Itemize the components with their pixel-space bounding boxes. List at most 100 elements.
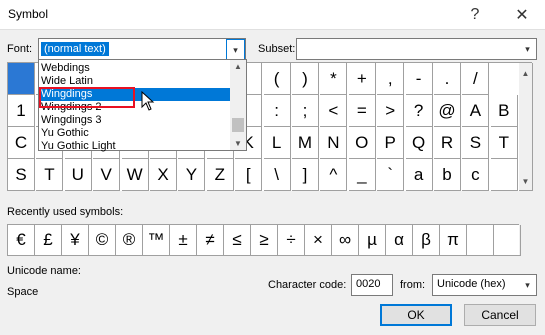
recent-symbol-cell[interactable] xyxy=(467,225,494,256)
symbol-cell[interactable]: C xyxy=(8,127,35,159)
recent-symbol-cell[interactable]: ® xyxy=(116,225,143,256)
symbol-cell[interactable]: b xyxy=(434,159,461,191)
ok-button[interactable]: OK xyxy=(380,304,452,326)
recent-symbol-cell[interactable]: ≥ xyxy=(251,225,278,256)
font-option[interactable]: Yu Gothic Light xyxy=(40,140,231,153)
recent-symbol-cell[interactable]: ± xyxy=(170,225,197,256)
recently-used-label: Recently used symbols: xyxy=(7,206,124,218)
unicode-name-value: Space xyxy=(7,286,39,298)
symbol-cell[interactable]: S xyxy=(8,159,35,191)
chevron-down-icon[interactable]: ▼ xyxy=(230,137,246,150)
symbol-cell[interactable]: W xyxy=(121,159,149,191)
mouse-pointer-icon xyxy=(141,91,155,111)
from-combo[interactable]: Unicode (hex) ▾ xyxy=(432,274,537,296)
unicode-name-label: Unicode name: xyxy=(7,265,81,277)
highlight-annotation-box xyxy=(39,87,135,108)
symbol-cell[interactable]: A xyxy=(462,95,490,127)
symbol-cell[interactable]: T xyxy=(490,127,518,159)
symbol-cell[interactable]: ^ xyxy=(320,159,348,191)
symbol-cell[interactable]: O xyxy=(348,127,376,159)
symbol-cell[interactable]: Y xyxy=(178,159,206,191)
symbol-cell[interactable]: = xyxy=(348,95,376,127)
symbol-cell[interactable]: X xyxy=(150,159,177,191)
symbol-cell[interactable]: c xyxy=(462,159,490,191)
scroll-thumb[interactable] xyxy=(232,118,244,132)
symbol-cell[interactable]: L xyxy=(263,127,291,159)
recent-symbol-cell[interactable]: π xyxy=(440,225,467,256)
chevron-up-icon[interactable]: ▲ xyxy=(230,60,246,73)
recent-symbol-cell[interactable]: © xyxy=(89,225,116,256)
from-label: from: xyxy=(400,279,426,291)
recent-symbol-cell[interactable]: ™ xyxy=(143,225,170,256)
symbol-cell[interactable]: R xyxy=(434,127,461,159)
recent-symbol-cell[interactable]: β xyxy=(413,225,440,256)
symbol-cell[interactable]: N xyxy=(320,127,348,159)
symbol-cell[interactable]: ) xyxy=(292,63,319,95)
character-code-input[interactable]: 0020 xyxy=(351,274,393,296)
from-combo-value: Unicode (hex) xyxy=(437,278,506,290)
font-option[interactable]: Yu Gothic xyxy=(40,127,231,140)
symbol-cell[interactable] xyxy=(8,63,35,95)
recent-symbol-cell[interactable]: ≠ xyxy=(197,225,224,256)
symbol-cell[interactable]: > xyxy=(377,95,405,127)
symbol-cell[interactable]: P xyxy=(377,127,405,159)
symbol-cell[interactable]: @ xyxy=(434,95,461,127)
symbol-cell[interactable]: ? xyxy=(405,95,433,127)
symbol-cell[interactable]: : xyxy=(263,95,291,127)
recent-symbol-cell[interactable]: × xyxy=(305,225,332,256)
symbol-cell[interactable]: + xyxy=(348,63,376,95)
chevron-down-icon[interactable]: ▾ xyxy=(519,39,536,59)
chevron-down-icon[interactable]: ▾ xyxy=(226,39,245,61)
symbol-cell[interactable]: * xyxy=(320,63,348,95)
symbol-cell[interactable]: . xyxy=(434,63,461,95)
close-icon[interactable]: ✕ xyxy=(499,0,545,30)
font-option[interactable]: Webdings xyxy=(40,62,231,75)
symbol-cell[interactable]: S xyxy=(462,127,490,159)
symbol-cell[interactable]: T xyxy=(36,159,64,191)
recent-symbol-cell[interactable]: € xyxy=(8,225,35,256)
recent-symbol-cell[interactable]: µ xyxy=(359,225,386,256)
subset-combo[interactable]: ▾ xyxy=(296,38,537,60)
title-bar: Symbol ? ✕ xyxy=(0,0,545,30)
symbol-cell[interactable]: _ xyxy=(348,159,376,191)
recently-used-grid: € £ ¥ © ® ™ ± ≠ ≤ ≥ ÷ × ∞ µ α β π xyxy=(7,224,521,256)
symbol-cell[interactable]: M xyxy=(292,127,319,159)
symbol-cell[interactable]: \ xyxy=(263,159,291,191)
symbol-cell[interactable]: [ xyxy=(235,159,263,191)
symbol-cell[interactable]: , xyxy=(377,63,405,95)
symbol-cell[interactable]: Z xyxy=(206,159,234,191)
symbol-cell[interactable]: 1 xyxy=(8,95,35,127)
symbol-cell[interactable]: - xyxy=(405,63,433,95)
chevron-down-icon[interactable]: ▾ xyxy=(519,275,536,295)
symbol-cell[interactable]: ( xyxy=(263,63,291,95)
chevron-up-icon[interactable]: ▲ xyxy=(519,65,532,81)
symbol-cell[interactable]: < xyxy=(320,95,348,127)
recent-symbol-cell[interactable] xyxy=(494,225,521,256)
symbol-cell[interactable]: / xyxy=(462,63,490,95)
symbol-cell[interactable]: ; xyxy=(292,95,319,127)
recent-symbol-cell[interactable]: £ xyxy=(35,225,62,256)
symbol-cell[interactable]: B xyxy=(490,95,518,127)
dropdown-scrollbar[interactable]: ▲ ▼ xyxy=(230,60,246,150)
font-label: Font: xyxy=(7,43,33,55)
symbol-cell[interactable] xyxy=(490,159,518,191)
chevron-down-icon[interactable]: ▼ xyxy=(519,173,532,189)
font-combo[interactable]: (normal text) ▾ xyxy=(38,38,246,61)
symbol-cell[interactable]: U xyxy=(64,159,92,191)
character-code-label: Character code: xyxy=(268,279,347,291)
recent-symbol-cell[interactable]: ¥ xyxy=(62,225,89,256)
recent-symbol-cell[interactable]: α xyxy=(386,225,413,256)
symbol-cell[interactable]: a xyxy=(405,159,433,191)
font-option[interactable]: Wingdings 3 xyxy=(40,114,231,127)
symbol-cell[interactable]: Q xyxy=(405,127,433,159)
symbol-grid-scrollbar[interactable]: ▲ ▼ xyxy=(519,63,533,191)
help-icon[interactable]: ? xyxy=(452,0,498,30)
symbol-cell[interactable]: V xyxy=(93,159,121,191)
symbol-cell[interactable]: ` xyxy=(377,159,405,191)
recent-symbol-cell[interactable]: ÷ xyxy=(278,225,305,256)
recent-symbol-cell[interactable]: ∞ xyxy=(332,225,359,256)
subset-label: Subset: xyxy=(258,43,296,55)
cancel-button[interactable]: Cancel xyxy=(464,304,536,326)
symbol-cell[interactable]: ] xyxy=(292,159,319,191)
recent-symbol-cell[interactable]: ≤ xyxy=(224,225,251,256)
